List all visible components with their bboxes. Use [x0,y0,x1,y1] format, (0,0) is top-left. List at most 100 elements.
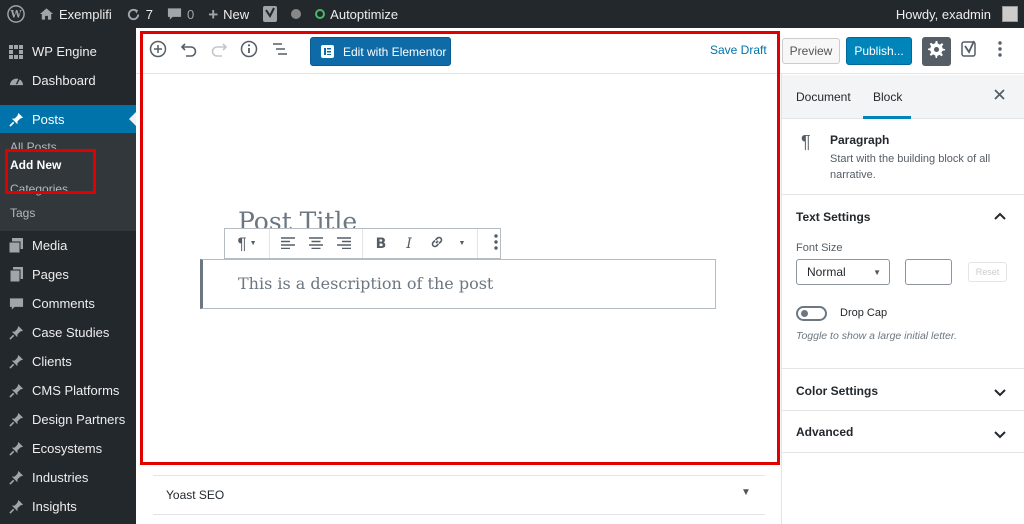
sidebar-item-case-studies[interactable]: Case Studies [0,318,136,347]
block-card-description: Start with the building block of all nar… [830,153,991,181]
updates-link[interactable]: 7 [119,0,160,28]
sidebar-item-cms-platforms[interactable]: CMS Platforms [0,376,136,405]
wordpress-icon: W [7,5,25,23]
sidebar-item-ecosystems[interactable]: Ecosystems [0,434,136,463]
pin-icon [8,499,24,515]
wordpress-logo-button[interactable]: W [0,0,32,28]
pin-icon [8,383,24,399]
caret-down-icon: ▼ [873,268,881,277]
sidebar-item-label: Dashboard [32,73,96,88]
tab-document[interactable]: Document [796,90,851,104]
site-name-link[interactable]: Exemplifi [32,0,119,28]
highlight-frame-add-new [5,149,96,194]
sidebar-item-label: Posts [32,111,65,127]
sidebar-item-label: Insights [32,499,77,514]
font-size-select[interactable]: Normal ▼ [796,259,890,285]
autoptimize-link[interactable]: Autoptimize [308,0,405,28]
dashboard-icon [8,73,24,89]
sidebar-item-clients[interactable]: Clients [0,347,136,376]
sidebar-item-label: Design Partners [32,412,126,427]
yoast-admin-link[interactable] [256,0,284,28]
chevron-down-icon[interactable] [994,426,1006,444]
yoast-seo-panel[interactable] [153,475,765,515]
caret-down-icon[interactable]: ▼ [741,487,751,498]
active-tab-indicator [863,116,911,119]
preview-button[interactable]: Preview [782,38,840,64]
sidebar-item-label: Industries [32,470,89,485]
font-size-label: Font Size [796,242,843,254]
tab-block[interactable]: Block [873,90,902,104]
chevron-down-icon[interactable] [994,384,1006,402]
publish-button[interactable]: Publish... [846,37,912,65]
drop-cap-help: Toggle to show a large initial letter. [796,330,957,342]
submenu-label: Tags [10,206,36,220]
yoast-sidebar-button[interactable] [960,40,980,62]
sidebar-item-industries[interactable]: Industries [0,463,136,492]
svg-text:W: W [9,10,22,21]
pin-icon [8,111,24,127]
comments-count: 0 [186,6,195,22]
sidebar-item-label: CMS Platforms [32,383,120,398]
advanced-toggle[interactable]: Advanced [796,425,853,439]
reset-font-size-button[interactable]: Reset [968,262,1007,282]
sidebar-item-dashboard[interactable]: Dashboard [0,66,136,95]
updates-count: 7 [145,6,153,22]
wp-engine-icon [8,44,24,60]
updates-icon [126,7,141,22]
sidebar-item-wp-engine[interactable]: WP Engine [0,37,136,66]
color-settings-toggle[interactable]: Color Settings [796,384,878,398]
sidebar-item-insights[interactable]: Insights [0,492,136,521]
more-options-button[interactable] [990,40,1010,62]
pin-icon [8,354,24,370]
font-size-value: Normal [807,265,846,279]
pin-icon [8,441,24,457]
close-settings-button[interactable] [994,87,1005,104]
sidebar-item-design-partners[interactable]: Design Partners [0,405,136,434]
divider [782,194,1024,195]
status-dot-icon [291,9,302,19]
settings-toggle-button[interactable] [922,37,951,66]
pin-icon [8,325,24,341]
sidebar-item-label: WP Engine [32,44,97,59]
sidebar-item-comments[interactable]: Comments [0,289,136,318]
pilcrow-icon: ¶ [801,132,811,152]
pin-icon [8,412,24,428]
drop-cap-toggle[interactable] [796,306,827,321]
home-icon [39,7,54,21]
gear-icon [927,40,945,63]
sidebar-item-label: Case Studies [32,325,110,340]
divider [782,410,1024,411]
sidebar-item-media[interactable]: Media [0,231,136,260]
admin-sidebar: WP Engine Dashboard Posts All Posts Add … [0,28,136,524]
submenu-tags[interactable]: Tags [0,201,136,225]
pin-icon [8,470,24,486]
sidebar-item-label: Pages [32,267,69,282]
sidebar-item-label: Clients [32,354,72,369]
comments-link[interactable]: 0 [160,0,201,28]
chevron-up-icon[interactable] [994,207,1006,225]
yoast-icon [961,40,979,63]
drop-cap-label: Drop Cap [840,307,888,319]
new-content-link[interactable]: + New [201,0,256,28]
avatar [1002,6,1018,22]
settings-sidebar [781,74,1024,524]
sidebar-item-posts[interactable]: Posts [0,105,136,133]
account-menu[interactable]: Howdy, exadmin [889,0,1024,28]
sidebar-item-label: Comments [32,296,95,311]
plus-icon: + [208,4,219,24]
divider [782,452,1024,453]
block-card-title: Paragraph [830,133,890,147]
autoptimize-status-icon [315,9,326,19]
sidebar-item-label: Media [32,238,68,253]
greeting: Howdy, exadmin [895,6,991,22]
close-icon [994,87,1005,104]
sidebar-item-pages[interactable]: Pages [0,260,136,289]
new-label: New [223,6,250,22]
text-settings-toggle[interactable]: Text Settings [796,210,870,224]
site-name: Exemplifi [59,6,112,22]
sidebar-item-label: Ecosystems [32,441,103,456]
media-icon [8,238,24,254]
pages-icon [8,267,24,283]
custom-font-size-input[interactable] [905,259,952,285]
status-indicator[interactable] [284,0,308,28]
